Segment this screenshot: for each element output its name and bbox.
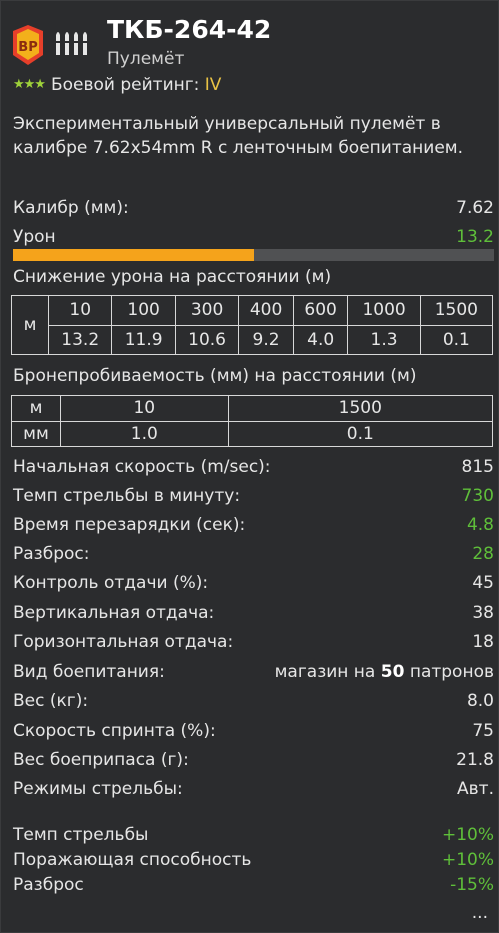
feed-prefix: магазин на [274, 662, 376, 682]
stat-label: Начальная скорость (m/sec): [13, 457, 271, 477]
modifier-row: Темп стрельбы +10% [13, 825, 494, 850]
modifier-label: Разброс [13, 875, 84, 895]
stat-row: Горизонтальная отдача: 18 [13, 632, 494, 656]
caliber-value: 7.62 [456, 198, 494, 218]
falloff-dist: 1500 [419, 295, 494, 326]
penetration-value: 0.1 [227, 420, 494, 447]
falloff-damage: 13.2 [47, 324, 113, 355]
stat-row: Темп стрельбы в минуту: 730 [13, 486, 494, 510]
rating-value: IV [204, 75, 222, 95]
falloff-damage: 11.9 [111, 324, 176, 355]
stat-value: 730 [461, 486, 494, 506]
stat-value: 45 [472, 573, 494, 593]
stat-row: Начальная скорость (m/sec): 815 [13, 457, 494, 481]
falloff-dist: 400 [238, 295, 294, 326]
feed-count: 50 [380, 662, 405, 682]
battle-pass-badge-icon: BP [13, 25, 43, 65]
stat-row: Разброс: 28 [13, 544, 494, 568]
falloff-damage: 10.6 [174, 324, 240, 355]
falloff-dist: 300 [174, 295, 240, 326]
stat-row: Вертикальная отдача: 38 [13, 603, 494, 627]
rating-label: Боевой рейтинг: [50, 75, 200, 95]
stat-value: Авт. [457, 779, 494, 799]
stat-label: Вертикальная отдача: [13, 603, 215, 623]
falloff-damage: 1.3 [347, 324, 421, 355]
stat-label: Скорость спринта (%): [13, 721, 216, 741]
ammo-bullets-icon [56, 32, 87, 55]
stat-row: Режимы стрельбы: Авт. [13, 779, 494, 803]
falloff-row-header: м [11, 295, 49, 355]
stat-value: 4.8 [466, 515, 494, 535]
stat-label: Горизонтальная отдача: [13, 632, 234, 652]
stat-value: 21.8 [456, 750, 494, 770]
falloff-damage: 9.2 [238, 324, 294, 355]
weapon-class: Пулемёт [107, 49, 185, 69]
modifier-value: +10% [441, 825, 494, 845]
modifier-row: Разброс -15% [13, 875, 494, 900]
weapon-description: Экспериментальный универсальный пулемёт … [13, 114, 464, 158]
falloff-title: Снижение урона на расстоянии (м) [13, 267, 332, 287]
modifiers-list: Темп стрельбы +10% Поражающая способность… [13, 825, 494, 900]
falloff-dist: 600 [292, 295, 349, 326]
stat-value: 38 [472, 603, 494, 623]
falloff-damage: 4.0 [292, 324, 349, 355]
stat-label: Контроль отдачи (%): [13, 573, 209, 593]
feed-suffix: патронов [409, 662, 494, 682]
stat-label: Вид боепитания: [13, 662, 165, 682]
stat-row: Скорость спринта (%): 75 [13, 721, 494, 745]
stat-value: 8.0 [466, 691, 494, 711]
caliber-row: Калибр (мм): 7.62 [13, 198, 494, 222]
damage-label: Урон [13, 227, 56, 247]
penetration-dist: 1500 [227, 395, 494, 422]
more-indicator: ... [471, 903, 488, 923]
falloff-dist: 1000 [347, 295, 421, 326]
stat-label: Вес (кг): [13, 691, 89, 711]
falloff-table: м 10 100 300 400 600 1000 1500 13.2 11.9… [11, 295, 494, 355]
stat-row: Вес (кг): 8.0 [13, 691, 494, 715]
stat-row: Вес боеприпаса (г): 21.8 [13, 750, 494, 774]
stat-value: 28 [472, 544, 494, 564]
stat-row: Контроль отдачи (%): 45 [13, 573, 494, 597]
stat-label: Режимы стрельбы: [13, 779, 183, 799]
weapon-title: ТКБ-264-42 [107, 15, 272, 44]
battle-rating: ★★★ Боевой рейтинг: IV [13, 75, 221, 95]
stat-label: Темп стрельбы в минуту: [13, 486, 241, 506]
damage-row: Урон 13.2 [13, 227, 494, 251]
modifier-label: Поражающая способность [13, 850, 252, 870]
penetration-row-header: мм [11, 420, 61, 447]
feed-value: магазин на 50 патронов [275, 662, 494, 682]
modifier-row: Поражающая способность +10% [13, 850, 494, 875]
stat-value: 815 [461, 457, 494, 477]
feed-row: Вид боепитания: магазин на 50 патронов [13, 662, 494, 686]
modifier-label: Темп стрельбы [13, 825, 149, 845]
damage-bar [13, 249, 494, 261]
svg-text:BP: BP [18, 40, 37, 55]
stat-value: 75 [472, 721, 494, 741]
damage-value: 13.2 [456, 227, 494, 247]
damage-bar-fill [13, 249, 254, 261]
penetration-value: 1.0 [60, 420, 229, 447]
penetration-table: м 10 1500 мм 1.0 0.1 [11, 395, 494, 447]
stat-label: Время перезарядки (сек): [13, 515, 246, 535]
caliber-label: Калибр (мм): [13, 198, 129, 218]
modifier-value: +10% [441, 850, 494, 870]
penetration-title: Бронепробиваемость (мм) на расстоянии (м… [13, 366, 417, 386]
rating-stars-icon: ★★★ [13, 77, 46, 92]
penetration-dist: 10 [60, 395, 229, 422]
falloff-dist: 100 [111, 295, 176, 326]
stat-row: Время перезарядки (сек): 4.8 [13, 515, 494, 539]
modifier-value: -15% [450, 875, 494, 895]
stat-value: 18 [472, 632, 494, 652]
falloff-dist: 10 [47, 295, 113, 326]
penetration-row-header: м [11, 395, 61, 422]
stat-label: Вес боеприпаса (г): [13, 750, 189, 770]
stat-label: Разброс: [13, 544, 90, 564]
falloff-damage: 0.1 [419, 324, 494, 355]
weapon-tooltip: BP ТКБ-264-42 Пулемёт ★★★ Боевой рейтинг:… [0, 0, 499, 933]
